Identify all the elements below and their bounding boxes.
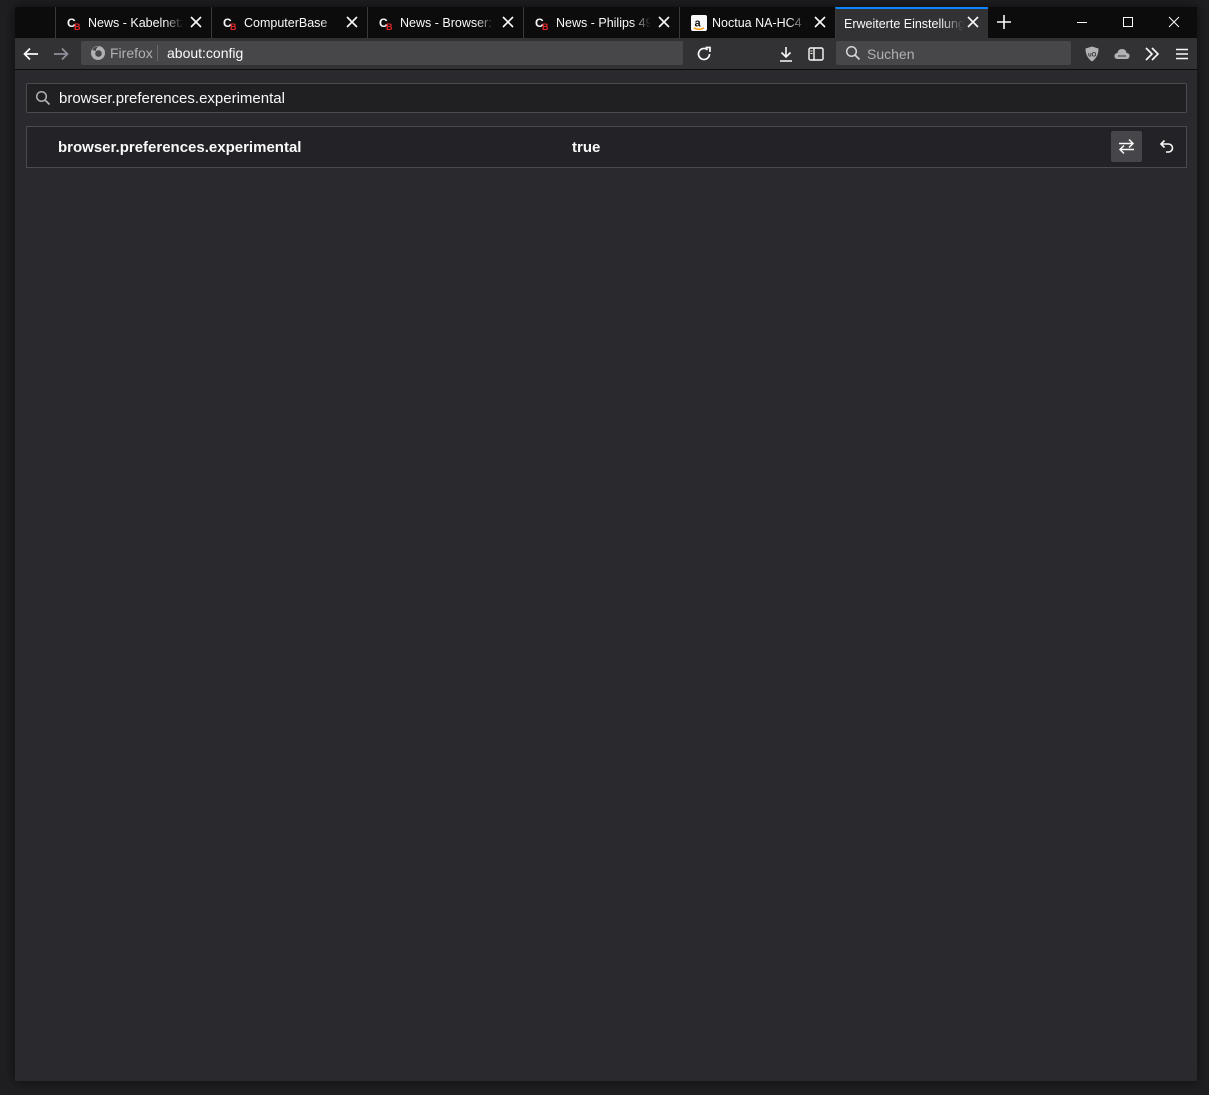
- download-icon[interactable]: [777, 45, 795, 63]
- amazon-icon: a: [691, 15, 707, 31]
- navigation-toolbar: Firefox about:config Suchen uO: [15, 38, 1197, 70]
- tab-news-kabelnetz[interactable]: C B News - Kabelnetz: [55, 7, 211, 38]
- close-icon[interactable]: [189, 15, 203, 29]
- preference-row: browser.preferences.experimental true: [26, 126, 1187, 168]
- menu-hamburger-icon[interactable]: [1173, 45, 1191, 63]
- identity-label: Firefox: [110, 45, 153, 61]
- url-bar[interactable]: Firefox about:config: [81, 41, 683, 65]
- preference-search-box[interactable]: [26, 83, 1187, 113]
- tab-title: ComputerBase: [244, 16, 328, 30]
- svg-text:B: B: [386, 22, 393, 31]
- close-icon[interactable]: [966, 15, 980, 29]
- toggle-arrows-icon: [1118, 138, 1135, 155]
- tab-title: Noctua NA-HC4 c: [712, 16, 807, 30]
- tab-title: News - Kabelnetz: [88, 16, 183, 30]
- svg-text:B: B: [74, 22, 81, 31]
- tab-noctua[interactable]: a Noctua NA-HC4 c: [679, 7, 835, 38]
- svg-text:B: B: [542, 22, 549, 31]
- ublock-shield-icon[interactable]: uO: [1083, 45, 1101, 63]
- computerbase-icon: C B: [223, 16, 237, 31]
- overflow-chevron-icon[interactable]: [1143, 45, 1161, 63]
- sidebar-icon[interactable]: [807, 45, 825, 63]
- tab-news-browser[interactable]: C B News - Browser: F: [367, 7, 523, 38]
- tab-title: News - Browser: F: [400, 16, 495, 30]
- computerbase-icon: C B: [535, 16, 549, 31]
- svg-text:uO: uO: [1088, 53, 1097, 59]
- close-icon[interactable]: [813, 15, 827, 29]
- close-icon[interactable]: [501, 15, 515, 29]
- tab-title: News - Philips 498: [556, 16, 651, 30]
- tab-erweiterte-einstellungen[interactable]: Erweiterte Einstellungen: [835, 7, 988, 38]
- preference-value: true: [572, 139, 601, 156]
- firefox-logo-icon: [91, 46, 105, 60]
- search-bar[interactable]: Suchen: [836, 41, 1071, 65]
- search-placeholder: Suchen: [867, 46, 915, 62]
- maximize-icon: [1123, 17, 1133, 27]
- reset-button[interactable]: [1151, 131, 1182, 162]
- search-icon: [35, 90, 51, 106]
- close-icon[interactable]: [657, 15, 671, 29]
- computerbase-icon: C B: [379, 16, 393, 31]
- tab-strip: C B News - Kabelnetz C B ComputerBase C …: [15, 7, 1197, 38]
- url-text[interactable]: about:config: [167, 45, 243, 61]
- close-icon[interactable]: [345, 15, 359, 29]
- forward-arrow-icon[interactable]: [52, 45, 70, 63]
- about-config-page: browser.preferences.experimental true: [15, 70, 1197, 1081]
- minimize-icon: [1077, 22, 1087, 23]
- new-tab-plus-icon[interactable]: [995, 13, 1013, 31]
- url-separator: [157, 45, 158, 61]
- cloud-sync-icon[interactable]: [1113, 45, 1131, 63]
- tab-computerbase[interactable]: C B ComputerBase: [211, 7, 367, 38]
- reload-icon[interactable]: [695, 45, 713, 63]
- maximize-button[interactable]: [1105, 7, 1151, 38]
- svg-text:B: B: [230, 22, 237, 31]
- search-icon: [845, 45, 861, 61]
- toggle-button[interactable]: [1111, 131, 1142, 162]
- minimize-button[interactable]: [1059, 7, 1105, 38]
- preference-name: browser.preferences.experimental: [58, 139, 302, 156]
- browser-window: C B News - Kabelnetz C B ComputerBase C …: [15, 7, 1197, 1081]
- preference-search-input[interactable]: [59, 84, 1169, 112]
- computerbase-icon: C B: [67, 16, 81, 31]
- back-arrow-icon[interactable]: [22, 45, 40, 63]
- undo-icon: [1159, 139, 1174, 153]
- tab-title: Erweiterte Einstellungen: [844, 17, 964, 31]
- svg-text:a: a: [695, 18, 702, 30]
- close-icon: [1168, 16, 1180, 28]
- window-close-button[interactable]: [1151, 7, 1197, 38]
- tab-news-philips[interactable]: C B News - Philips 498: [523, 7, 679, 38]
